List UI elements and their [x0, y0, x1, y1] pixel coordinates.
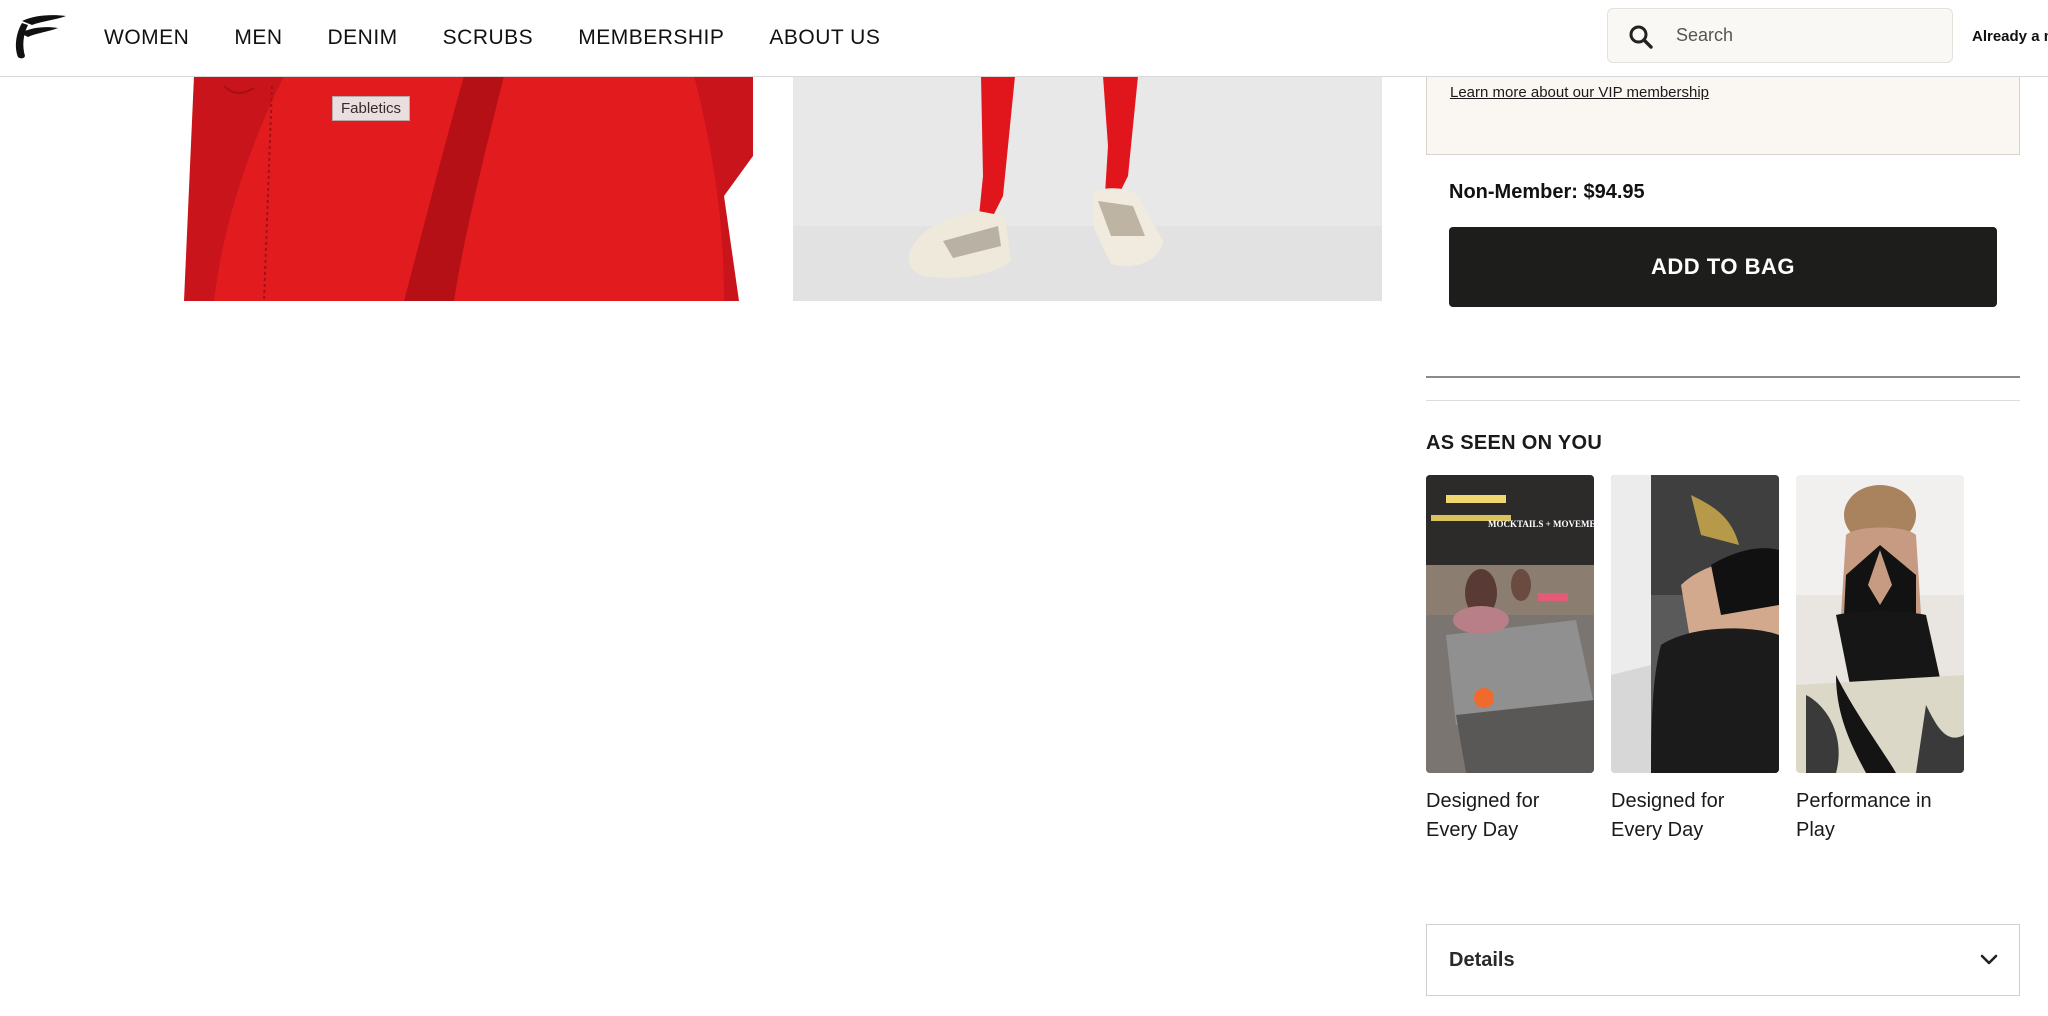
- site-header: WOMEN MEN DENIM SCRUBS MEMBERSHIP ABOUT …: [0, 0, 2048, 77]
- vip-membership-link[interactable]: Learn more about our VIP membership: [1450, 84, 1709, 101]
- nav-scrubs[interactable]: SCRUBS: [443, 26, 534, 50]
- as-seen-on-you-title: AS SEEN ON YOU: [1426, 432, 1603, 454]
- section-divider-light: [1426, 400, 2020, 401]
- ugc-caption: Designed for Every Day: [1611, 790, 1725, 841]
- ugc-photo-black-leggings: [1611, 475, 1779, 773]
- search-icon: [1629, 25, 1653, 49]
- nav-men[interactable]: MEN: [234, 26, 282, 50]
- ugc-caption: Designed for Every Day: [1426, 790, 1540, 841]
- ugc-card[interactable]: Performance in Play: [1796, 475, 1964, 845]
- nonmember-price-value: $94.95: [1583, 181, 1645, 203]
- ugc-overlay-text: MOCKTAILS + MOVEMENT: [1488, 519, 1594, 529]
- search-box[interactable]: [1607, 8, 1953, 63]
- details-label: Details: [1449, 949, 1515, 971]
- nonmember-price-row: Non-Member: $94.95: [1449, 181, 1645, 204]
- ugc-photo-yoga-class: MOCKTAILS + MOVEMENT: [1426, 475, 1594, 773]
- ugc-card[interactable]: MOCKTAILS + MOVEMENT Designed for Every …: [1426, 475, 1594, 845]
- brand-tag-label: Fabletics: [332, 96, 411, 121]
- chevron-down-icon: [1980, 954, 1998, 965]
- ugc-card[interactable]: Designed for Every Day: [1611, 475, 1779, 845]
- nav-denim[interactable]: DENIM: [328, 26, 398, 50]
- ugc-photo-back-stretch: [1796, 475, 1964, 773]
- details-accordion[interactable]: Details: [1426, 924, 2020, 996]
- nav-women[interactable]: WOMEN: [104, 26, 189, 50]
- fabletics-logo-icon[interactable]: [12, 13, 68, 59]
- add-to-bag-button[interactable]: ADD TO BAG: [1449, 227, 1997, 307]
- product-image-model[interactable]: [793, 76, 1382, 301]
- main-nav: WOMEN MEN DENIM SCRUBS MEMBERSHIP ABOUT …: [104, 0, 925, 76]
- nav-membership[interactable]: MEMBERSHIP: [578, 26, 724, 50]
- nonmember-price-label: Non-Member:: [1449, 181, 1578, 203]
- product-image-detail[interactable]: [164, 76, 753, 301]
- search-input[interactable]: [1676, 9, 1936, 62]
- nav-about-us[interactable]: ABOUT US: [769, 26, 880, 50]
- ugc-caption: Performance in Play: [1796, 790, 1932, 841]
- section-divider: [1426, 376, 2020, 378]
- sign-in-link[interactable]: Already a m: [1972, 28, 2048, 45]
